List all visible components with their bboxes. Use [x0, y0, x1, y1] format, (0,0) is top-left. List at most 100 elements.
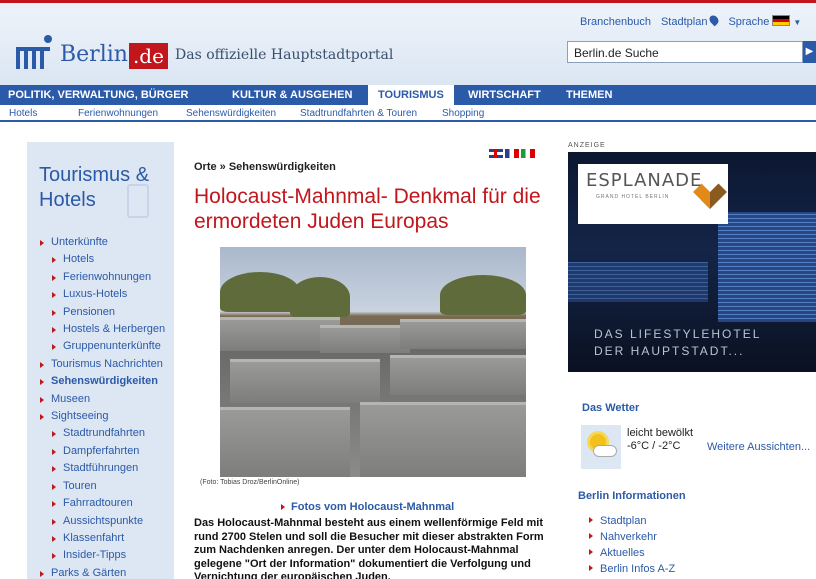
hotel-advertisement[interactable]: ESPLANADE GRAND HOTEL BERLIN DAS LIFESTY…	[568, 152, 816, 372]
sidebar-item-dampferfahrten[interactable]: Dampferfahrten	[39, 443, 174, 460]
ad-tagline-line1: DAS LIFESTYLEHOTEL	[594, 327, 762, 341]
ad-tagline: DAS LIFESTYLEHOTEL DER HAUPTSTADT...	[594, 326, 761, 360]
weather-temps: -6°C / -2°C	[627, 440, 681, 452]
arrow-right-icon	[52, 344, 56, 351]
berlin-logo[interactable]: Berlin .de	[16, 29, 168, 69]
subnav-hotels[interactable]: Hotels	[9, 108, 37, 119]
site-tagline: Das offizielle Hauptstadtportal	[175, 47, 394, 63]
sidebar-item-tourismus-nachrichten[interactable]: Tourismus Nachrichten	[39, 356, 174, 373]
weather-more-link[interactable]: Weitere Aussichten...	[707, 441, 810, 453]
sidebar-item-label: Unterkünfte	[51, 236, 108, 248]
sidebar-item-museen[interactable]: Museen	[39, 391, 174, 408]
sidebar-item-label: Hotels	[63, 253, 95, 266]
top-links: Branchenbuch Stadtplan Sprache ▼	[580, 13, 801, 28]
sidebar-item-ferienwohnungen[interactable]: Ferienwohnungen	[39, 269, 174, 286]
sidebar-item-label: Ferienwohnungen	[63, 270, 152, 283]
sidebar-item-label: Stadtführungen	[63, 462, 139, 475]
arrow-right-icon	[52, 483, 56, 490]
subnav-stadtrundfahrten[interactable]: Stadtrundfahrten & Touren	[300, 108, 417, 119]
sidebar: Tourismus & Hotels Unterkünfte Hotels Feri…	[27, 142, 174, 579]
sidebar-item-hotels[interactable]: Hotels	[39, 251, 174, 268]
sidebar-item-hostels-herbergen[interactable]: Hostels & Herbergen	[39, 321, 174, 338]
language-selector[interactable]: Sprache ▼	[728, 15, 801, 28]
logo-suffix: .de	[128, 43, 168, 69]
sidebar-item-label: Tourismus Nachrichten	[51, 357, 163, 370]
italian-flag-icon[interactable]	[521, 149, 535, 158]
branchenbuch-link[interactable]: Branchenbuch	[580, 16, 651, 28]
memorial-photo[interactable]	[220, 247, 526, 477]
sidebar-item-label: Luxus-Hotels	[63, 288, 128, 301]
ad-brand-sub: GRAND HOTEL BERLIN	[596, 194, 670, 200]
info-link-nahverkehr[interactable]: Nahverkehr	[588, 529, 675, 545]
arrow-right-icon	[52, 466, 56, 473]
sidebar-item-label: Pensionen	[63, 305, 115, 318]
sidebar-item-stadtführungen[interactable]: Stadtführungen	[39, 460, 174, 477]
sidebar-item-parks-gärten[interactable]: Parks & Gärten	[39, 565, 174, 579]
berlin-info-list: Stadtplan Nahverkehr Aktuelles Berlin In…	[588, 513, 675, 577]
arrow-right-icon	[52, 431, 56, 438]
arrow-right-icon	[52, 501, 56, 508]
info-link-aktuelles[interactable]: Aktuelles	[588, 545, 675, 561]
sidebar-item-fahrradtouren[interactable]: Fahrradtouren	[39, 495, 174, 512]
sidebar-item-gruppenunterkünfte[interactable]: Gruppenunterkünfte	[39, 338, 174, 355]
ad-label: ANZEIGE	[568, 142, 606, 149]
sidebar-item-pensionen[interactable]: Pensionen	[39, 304, 174, 321]
sidebar-item-label: Sehenswürdigkeiten	[51, 375, 158, 388]
sidebar-item-touren[interactable]: Touren	[39, 478, 174, 495]
photo-caption: (Foto: Tobias Droz/BerlinOnline)	[200, 479, 300, 486]
nav-tourismus[interactable]: TOURISMUS	[368, 85, 454, 105]
nav-wirtschaft[interactable]: WIRTSCHAFT	[468, 85, 541, 105]
sidebar-item-label: Gruppenunterkünfte	[63, 340, 161, 353]
language-flags	[489, 149, 535, 158]
sidebar-item-aussichtspunkte[interactable]: Aussichtspunkte	[39, 513, 174, 530]
info-link-infos-az[interactable]: Berlin Infos A-Z	[588, 561, 675, 577]
main-navigation: POLITIK, VERWALTUNG, BÜRGER KULTUR & AUS…	[0, 85, 816, 105]
sidebar-item-label: Klassenfahrt	[63, 531, 125, 544]
nav-politik[interactable]: POLITIK, VERWALTUNG, BÜRGER	[8, 85, 189, 105]
sidebar-item-sehenswürdigkeiten[interactable]: Sehenswürdigkeiten	[39, 373, 174, 390]
arrow-right-icon	[52, 535, 56, 542]
ad-tagline-line2: DER HAUPTSTADT...	[594, 344, 745, 358]
french-flag-icon[interactable]	[505, 149, 519, 158]
arrow-right-icon	[40, 396, 44, 403]
sidebar-item-klassenfahrt[interactable]: Klassenfahrt	[39, 530, 174, 547]
search-input[interactable]: Berlin.de Suche	[567, 41, 803, 63]
arrow-right-icon	[52, 309, 56, 316]
sidebar-item-luxus-hotels[interactable]: Luxus-Hotels	[39, 286, 174, 303]
sidebar-item-insider-tipps[interactable]: Insider-Tipps	[39, 547, 174, 564]
arrow-right-icon	[52, 257, 56, 264]
sidebar-item-label: Parks & Gärten	[51, 566, 127, 579]
stadtplan-label: Stadtplan	[660, 16, 708, 28]
ad-brand: ESPLANADE	[586, 170, 703, 191]
sidebar-item-stadtrundfahrten[interactable]: Stadtrundfahrten	[39, 425, 174, 442]
sub-navigation: Hotels Ferienwohnungen Sehenswürdigkeite…	[0, 105, 816, 122]
page-title: Holocaust-Mahnmal- Denkmal für die ermor…	[194, 185, 541, 233]
subnav-sehenswuerdigkeiten[interactable]: Sehenswürdigkeiten	[186, 108, 276, 119]
nav-kultur[interactable]: KULTUR & AUSGEHEN	[232, 85, 352, 105]
photo-gallery-link[interactable]: Fotos vom Holocaust-Mahnmal	[280, 501, 454, 513]
arrow-right-icon	[40, 414, 44, 421]
sidebar-item-label: Hostels & Herbergen	[63, 323, 166, 336]
sidebar-item-label: Insider-Tipps	[63, 549, 127, 562]
arrow-right-icon	[40, 361, 44, 368]
sidebar-item-unterkünfte[interactable]: Unterkünfte	[39, 234, 174, 251]
subnav-ferienwohnungen[interactable]: Ferienwohnungen	[78, 108, 158, 119]
sidebar-item-label: Museen	[51, 392, 91, 405]
sidebar-item-sightseeing[interactable]: Sightseeing	[39, 408, 174, 425]
arrow-right-icon	[40, 240, 44, 246]
sidebar-item-label: Stadtrundfahrten	[63, 427, 145, 440]
map-pin-icon	[708, 13, 721, 27]
stadtplan-link[interactable]: Stadtplan	[660, 13, 721, 28]
arrow-right-icon	[52, 518, 56, 525]
search-button[interactable]: ▶	[803, 41, 816, 63]
nav-themen[interactable]: THEMEN	[566, 85, 612, 105]
uk-flag-icon[interactable]	[489, 149, 503, 158]
arrow-right-icon	[52, 553, 56, 560]
subnav-shopping[interactable]: Shopping	[442, 108, 484, 119]
info-link-stadtplan[interactable]: Stadtplan	[588, 513, 675, 529]
arrow-right-icon	[52, 448, 56, 455]
sidebar-item-label: Aussichtspunkte	[63, 514, 144, 527]
sidebar-item-label: Touren	[63, 479, 97, 492]
arrow-right-icon	[52, 292, 56, 299]
logo-text: Berlin	[60, 42, 128, 67]
